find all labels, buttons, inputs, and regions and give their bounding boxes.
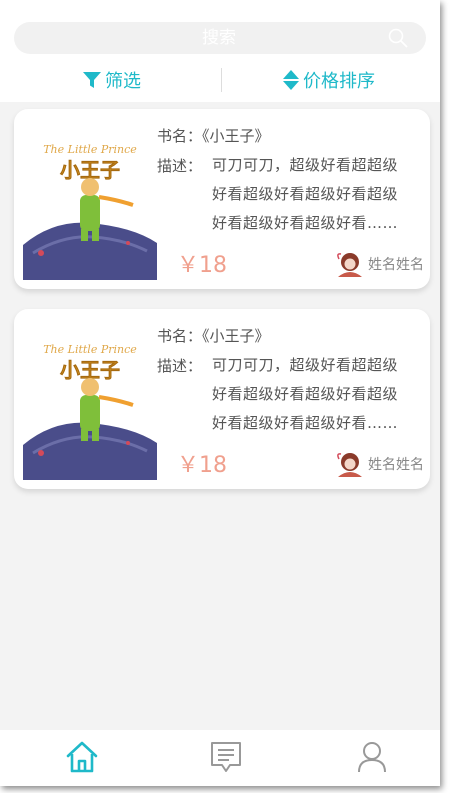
author-name: 姓名姓名 [368, 257, 424, 273]
book-info: 书名：《小王子》 描述： 可刀可刀，超级好看超超级 好看超级好看超级好看超级 好… [157, 121, 427, 232]
message-icon [211, 742, 241, 772]
title-row: 书名：《小王子》 [157, 121, 427, 151]
book-title: 《小王子》 [202, 327, 270, 345]
author-avatar [337, 253, 362, 277]
header: 筛选 价格排序 [0, 0, 440, 102]
nav-messages[interactable] [206, 740, 246, 776]
author-info[interactable]: 姓名姓名 [335, 451, 424, 477]
desc-line: 好看超级好看超级好看…… [212, 414, 399, 432]
filter-button[interactable]: 筛选 [82, 62, 141, 98]
app-screen: 筛选 价格排序 The Little Prince 小王子 [0, 0, 440, 786]
search-icon[interactable] [388, 28, 408, 48]
author-avatar [337, 453, 362, 477]
book-description: 可刀可刀，超级好看超超级 好看超级好看超级好看超级 好看超级好看超级好看…… [212, 151, 427, 238]
funnel-icon [83, 72, 101, 88]
book-description: 可刀可刀，超级好看超超级 好看超级好看超级好看超级 好看超级好看超级好看…… [212, 351, 427, 438]
author-info[interactable]: 姓名姓名 [335, 251, 424, 277]
svg-text:The Little Prince: The Little Prince [43, 343, 137, 356]
book-cover-image: The Little Prince 小王子 [23, 325, 157, 480]
book-card[interactable]: The Little Prince 小王子 书名：《小王子》 描述： 可刀可刀，… [14, 309, 430, 489]
filter-bar: 筛选 价格排序 [0, 62, 440, 98]
book-price: ￥18 [177, 453, 227, 478]
title-label: 书名： [157, 327, 203, 345]
book-cover-image: The Little Prince 小王子 [23, 125, 157, 280]
user-icon [358, 742, 386, 773]
desc-line: 可刀可刀，超级好看超超级 [212, 356, 399, 374]
sort-arrows-icon [283, 70, 299, 90]
title-row: 书名：《小王子》 [157, 321, 427, 351]
book-card[interactable]: The Little Prince 小王子 书名：《小王子》 描述： 可刀可刀，… [14, 109, 430, 289]
title-label: 书名： [157, 127, 203, 145]
nav-home[interactable] [62, 740, 102, 776]
svg-text:The Little Prince: The Little Prince [43, 143, 137, 156]
sort-label: 价格排序 [303, 71, 375, 92]
price-sort-button[interactable]: 价格排序 [282, 62, 375, 98]
filter-label: 筛选 [105, 71, 141, 92]
book-price: ￥18 [177, 253, 227, 278]
nav-profile[interactable] [352, 740, 392, 776]
home-icon [66, 741, 98, 773]
desc-line: 好看超级好看超级好看超级 [212, 185, 399, 203]
author-name: 姓名姓名 [368, 457, 424, 473]
desc-line: 好看超级好看超级好看超级 [212, 385, 399, 403]
bottom-nav [0, 730, 440, 786]
divider [221, 68, 222, 92]
book-info: 书名：《小王子》 描述： 可刀可刀，超级好看超超级 好看超级好看超级好看超级 好… [157, 321, 427, 432]
book-title: 《小王子》 [202, 127, 270, 145]
search-input[interactable] [74, 22, 364, 54]
search-bar[interactable] [14, 22, 426, 54]
desc-line: 好看超级好看超级好看…… [212, 214, 399, 232]
desc-line: 可刀可刀，超级好看超超级 [212, 156, 399, 174]
